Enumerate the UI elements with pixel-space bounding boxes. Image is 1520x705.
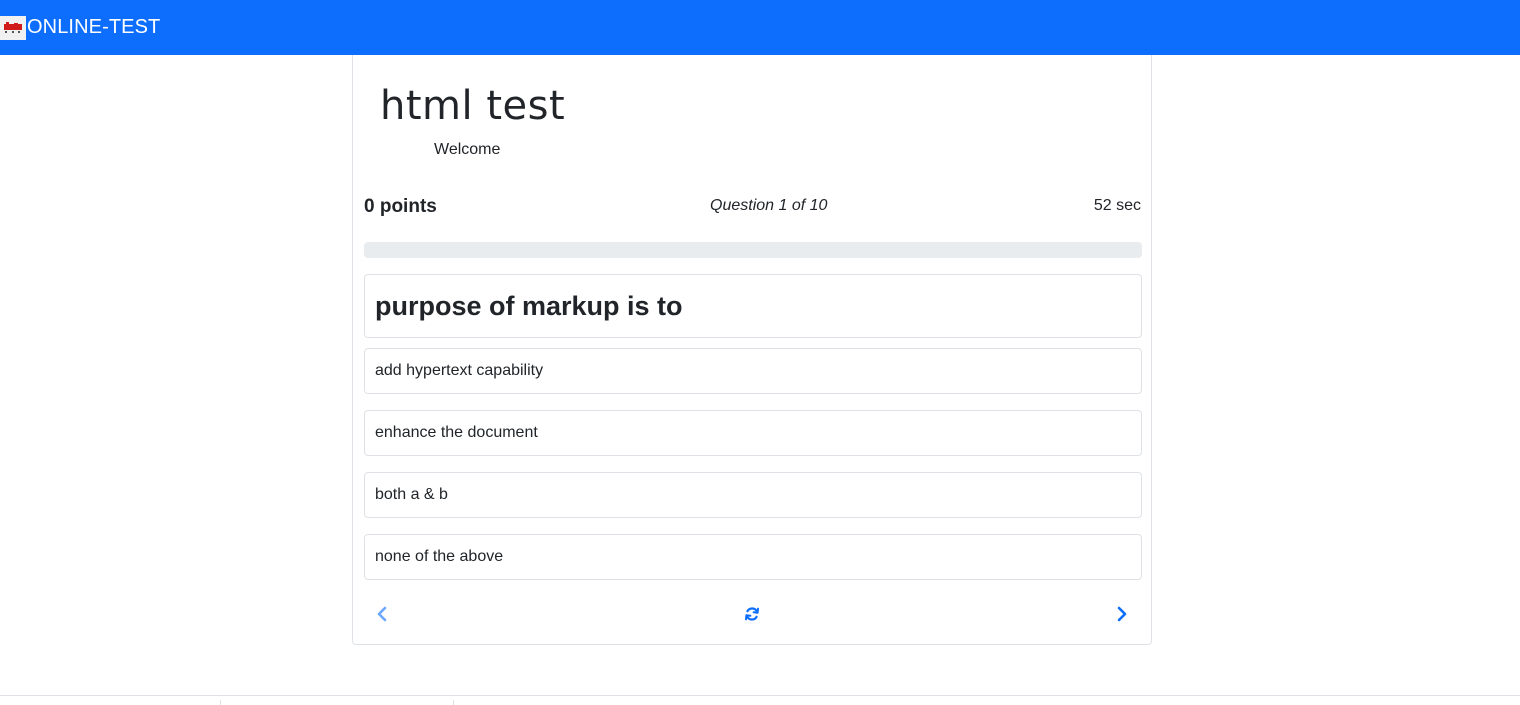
answer-option-4[interactable]: none of the above xyxy=(364,534,1142,580)
chevron-right-icon xyxy=(1117,606,1127,622)
restart-quiz-button[interactable] xyxy=(742,604,762,624)
answer-option-3[interactable]: both a & b xyxy=(364,472,1142,518)
refresh-icon xyxy=(745,607,759,621)
previous-question-button[interactable] xyxy=(372,604,392,624)
footer-divider-tick xyxy=(453,700,454,705)
next-question-button[interactable] xyxy=(1112,604,1132,624)
question-box: purpose of markup is to xyxy=(364,274,1142,338)
brand-logo-icon[interactable] xyxy=(0,15,26,40)
countdown-timer: 52 sec xyxy=(1093,197,1141,214)
welcome-text: Welcome xyxy=(434,141,501,158)
question-counter: Question 1 of 10 xyxy=(710,197,828,214)
footer-divider xyxy=(0,695,1520,696)
points-score: 0 points xyxy=(364,196,437,217)
question-text: purpose of markup is to xyxy=(375,290,683,321)
quiz-card: html test Welcome 0 points Question 1 of… xyxy=(352,55,1152,645)
brand-name[interactable]: ONLINE-TEST xyxy=(27,16,160,39)
quiz-title: html test xyxy=(380,83,566,129)
progress-bar xyxy=(364,242,1142,258)
answer-option-2[interactable]: enhance the document xyxy=(364,410,1142,456)
answer-option-1[interactable]: add hypertext capability xyxy=(364,348,1142,394)
top-navbar: ONLINE-TEST xyxy=(0,0,1520,55)
chevron-left-icon xyxy=(377,606,387,622)
footer-divider-tick xyxy=(220,700,221,705)
